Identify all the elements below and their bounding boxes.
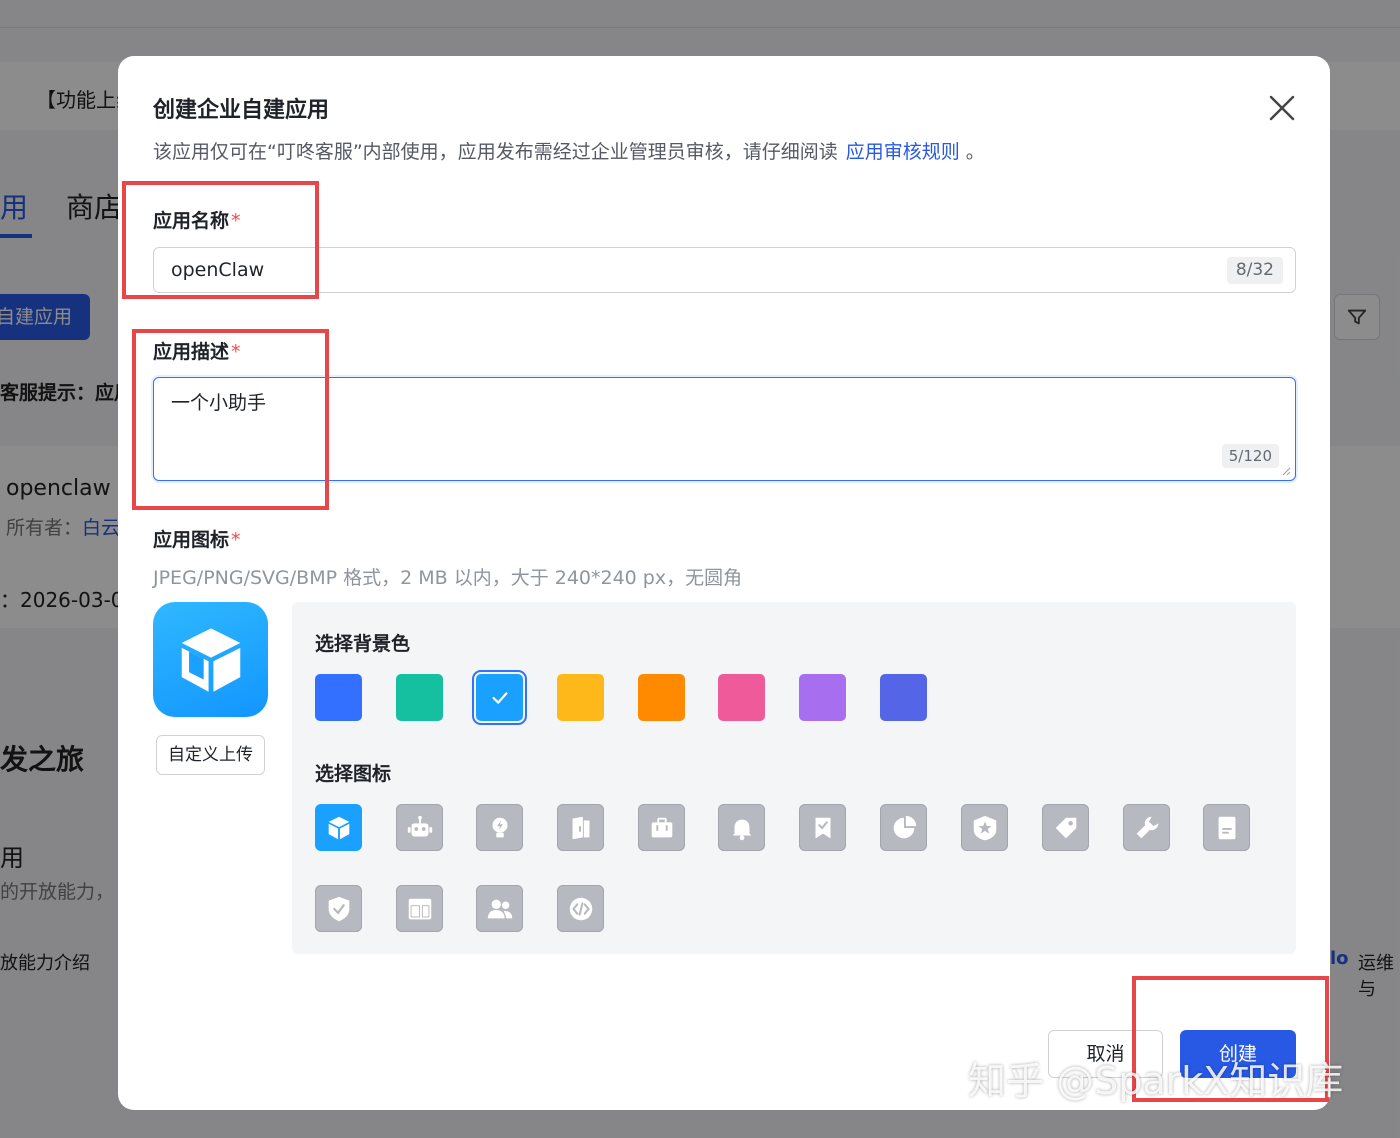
color-swatch[interactable] [799,674,846,721]
dialog-subtitle: 该应用仅可在“叮咚客服”内部使用，应用发布需经过企业管理员审核，请仔细阅读 应用审… [153,137,985,164]
app-icon-hint: JPEG/PNG/SVG/BMP 格式，2 MB 以内，大于 240*240 p… [153,567,743,589]
icon-option[interactable] [961,804,1008,851]
icon-option[interactable] [880,804,927,851]
create-app-dialog: 创建企业自建应用 该应用仅可在“叮咚客服”内部使用，应用发布需经过企业管理员审核… [118,56,1330,1110]
cancel-button[interactable]: 取消 [1048,1030,1163,1078]
layout-icon [408,898,431,919]
bulb-icon [492,817,507,837]
wrench-icon [1136,816,1158,838]
briefcase-icon [651,817,672,837]
resize-handle-icon[interactable] [1281,466,1291,476]
icon-select-label: 选择图标 [315,763,392,785]
app-icon-preview [153,602,268,717]
tag-icon [1055,817,1076,838]
bookmark-check-icon [815,817,830,838]
subtitle-end: 。 [965,141,985,163]
required-mark: * [231,341,241,363]
document-icon [1218,816,1235,839]
color-swatch[interactable] [396,674,443,721]
app-icon-label-text: 应用图标 [153,529,230,551]
color-swatch[interactable] [880,674,927,721]
icon-option[interactable] [799,804,846,851]
color-swatch[interactable] [718,674,765,721]
required-mark: * [231,210,241,232]
app-desc-value: 一个小助手 [171,392,267,414]
color-swatch[interactable] [472,670,527,725]
icon-option[interactable] [557,804,604,851]
icon-option[interactable] [396,885,443,932]
icon-option[interactable] [557,885,604,932]
dialog-title: 创建企业自建应用 [153,98,330,123]
close-button[interactable] [1266,92,1298,124]
subtitle-text: 该应用仅可在“叮咚客服”内部使用，应用发布需经过企业管理员审核，请仔细阅读 [153,141,838,163]
book-icon [572,816,589,839]
create-button[interactable]: 创建 [1180,1030,1296,1078]
app-desc-textarea[interactable]: 一个小助手 5/120 [153,377,1296,481]
robot-icon [407,815,432,836]
app-name-value: openClaw [171,259,265,281]
app-desc-label-text: 应用描述 [153,341,230,363]
app-name-counter: 8/32 [1226,257,1283,284]
color-swatch[interactable] [315,674,362,721]
icon-option[interactable] [396,804,443,851]
app-name-label: 应用名称 * [153,206,241,233]
users-icon [487,899,512,918]
app-desc-counter: 5/120 [1221,444,1279,468]
icon-option[interactable] [638,804,685,851]
color-swatch[interactable] [557,674,604,721]
bg-color-label: 选择背景色 [315,633,411,655]
icon-option[interactable] [315,885,362,932]
bell-icon [732,819,751,840]
shield-check-icon [328,896,349,921]
app-name-input[interactable]: openClaw 8/32 [153,247,1296,293]
icon-option[interactable] [1123,804,1170,851]
app-name-label-text: 应用名称 [153,210,230,232]
required-mark: * [231,529,241,551]
pie-chart-icon [893,815,916,838]
icon-option[interactable] [1203,804,1250,851]
icon-option[interactable] [1042,804,1089,851]
icon-option[interactable] [718,804,765,851]
custom-upload-button[interactable]: 自定义上传 [156,735,265,775]
app-icon-label: 应用图标 * [153,525,241,552]
icon-option[interactable] [476,804,523,851]
review-rules-link[interactable]: 应用审核规则 [846,141,960,163]
icon-option[interactable] [476,885,523,932]
cube-icon [181,627,240,692]
icon-option[interactable] [315,804,362,851]
close-icon [1269,95,1295,121]
code-icon [569,897,592,920]
icon-style-picker: 选择背景色 选择图标 [292,602,1296,954]
app-desc-label: 应用描述 * [153,337,241,364]
star-badge-icon [973,815,996,840]
cube-icon [328,816,349,839]
color-swatch[interactable] [638,674,685,721]
check-icon [491,691,508,704]
